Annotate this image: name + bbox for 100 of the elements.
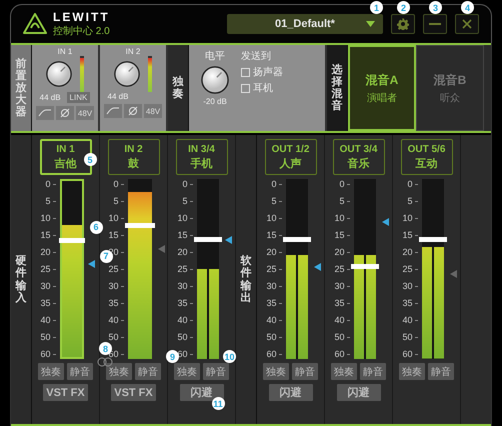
fader-handle[interactable]	[282, 237, 310, 242]
marker-icon[interactable]	[158, 245, 164, 254]
scale-label: 60	[334, 349, 344, 359]
scale-label: 20	[402, 247, 412, 257]
preset-dropdown[interactable]: 01_Default*	[227, 14, 383, 34]
scale-label: 5	[113, 196, 118, 206]
low-cut-button[interactable]	[104, 104, 122, 118]
close-button[interactable]	[455, 14, 479, 34]
checkbox[interactable]	[241, 84, 250, 92]
section-label: 硬件输入	[16, 255, 26, 304]
channel-option-button[interactable]: VST FX	[43, 384, 88, 401]
scale-label: 15	[266, 230, 276, 240]
low-cut-button[interactable]	[36, 106, 54, 120]
scale-label: 0	[113, 179, 118, 189]
channel-header[interactable]: OUT 1/2 人声	[264, 139, 316, 175]
scale-label: 5	[407, 196, 412, 206]
knob[interactable]	[201, 66, 229, 94]
knob-value: -20 dB	[203, 97, 227, 106]
scale-label: 0	[271, 179, 276, 189]
marker-icon[interactable]	[314, 263, 320, 272]
mix-tab[interactable]: 混音B 听众	[416, 45, 484, 131]
scale-label: 35	[402, 298, 412, 308]
marker-icon[interactable]	[88, 260, 94, 268]
scale-label: 20	[177, 247, 188, 257]
mute-button[interactable]: 静音	[67, 363, 93, 380]
solo-button[interactable]: 独奏	[331, 363, 357, 380]
knob[interactable]	[114, 61, 140, 87]
scale-label: 50	[402, 332, 412, 342]
scale-label: 15	[177, 230, 188, 240]
mute-button[interactable]: 静音	[203, 363, 229, 380]
scale-label: 10	[40, 213, 50, 223]
phantom-power-button[interactable]: 48V	[76, 106, 94, 120]
scale-label: 30	[334, 281, 344, 291]
mute-button[interactable]: 静音	[292, 363, 318, 380]
scale-label: 10	[402, 213, 412, 223]
scale-label: 35	[177, 298, 188, 308]
link-toggle[interactable]: LINK	[66, 92, 90, 103]
fader-handle[interactable]	[58, 238, 84, 243]
mute-button[interactable]: 静音	[360, 363, 386, 380]
phase-button[interactable]	[56, 106, 74, 120]
scale-label: 40	[402, 315, 412, 325]
scale-label: 60	[40, 349, 50, 359]
scale-label: 10	[266, 213, 276, 223]
scale-label: 5	[271, 196, 276, 206]
channel-header[interactable]: OUT 3/4 音乐	[332, 139, 384, 175]
channel-option-button[interactable]: 闪避	[268, 384, 312, 401]
minimize-button[interactable]	[423, 14, 447, 34]
fader-handle[interactable]	[124, 222, 154, 228]
phase-icon	[128, 106, 138, 116]
scale-label: 60	[402, 349, 412, 359]
scale-label: 10	[334, 213, 344, 223]
close-icon	[462, 19, 472, 29]
logo-icon	[23, 13, 47, 35]
scale-label: 10	[177, 213, 188, 223]
phase-button[interactable]	[124, 104, 142, 118]
scale-label: 40	[108, 315, 118, 325]
callout-number: 1	[370, 1, 383, 14]
section-label: 选择混音	[332, 64, 342, 112]
scale-label: 40	[177, 315, 188, 325]
channel-header[interactable]: IN 3/4 手机	[176, 139, 228, 175]
fader-handle[interactable]	[418, 237, 446, 242]
scale-label: 40	[266, 315, 276, 325]
fader-handle[interactable]	[194, 237, 222, 242]
scale-label: 30	[108, 281, 118, 291]
marker-icon[interactable]	[382, 218, 388, 226]
solo-button[interactable]: 独奏	[263, 363, 289, 380]
channel-option-button[interactable]: 闪避	[336, 384, 380, 401]
solo-button[interactable]: 独奏	[106, 363, 132, 380]
scale-label: 30	[402, 281, 412, 291]
checkbox[interactable]	[241, 68, 250, 76]
channel-header[interactable]: OUT 5/6 互动	[400, 139, 452, 175]
scale-label: 0	[339, 179, 344, 189]
minimize-icon	[429, 23, 441, 25]
marker-icon[interactable]	[224, 236, 232, 244]
gain-value: 44 dB	[40, 93, 61, 102]
scale-label: 50	[266, 332, 276, 342]
checkbox-label: 扬声器	[253, 66, 283, 79]
channel-option-button[interactable]: VST FX	[111, 384, 156, 401]
knob[interactable]	[46, 61, 72, 87]
scale-label: 25	[402, 264, 412, 274]
phantom-power-button[interactable]: 48V	[144, 104, 162, 118]
mix-tab[interactable]: 混音A 演唱者	[348, 45, 416, 131]
fader-handle[interactable]	[350, 264, 378, 270]
channel-header[interactable]: IN 2 鼓	[108, 139, 160, 175]
solo-button[interactable]: 独奏	[38, 363, 64, 380]
solo-button[interactable]: 独奏	[399, 363, 425, 380]
mute-button[interactable]: 静音	[428, 363, 454, 380]
marker-icon[interactable]	[450, 270, 456, 278]
scale-label: 25	[177, 264, 188, 274]
mute-button[interactable]: 静音	[135, 363, 161, 380]
scale-label: 25	[108, 264, 118, 274]
solo-button[interactable]: 独奏	[174, 363, 200, 380]
scale-label: 30	[40, 281, 50, 291]
scale-label: 50	[108, 332, 118, 342]
high-pass-filter-icon	[106, 107, 120, 115]
stereo-link-icon[interactable]	[97, 357, 113, 367]
scale-label: 50	[40, 332, 50, 342]
settings-button[interactable]	[391, 14, 415, 34]
channel-option-button[interactable]: 闪避	[180, 384, 224, 401]
phase-icon	[60, 108, 70, 118]
